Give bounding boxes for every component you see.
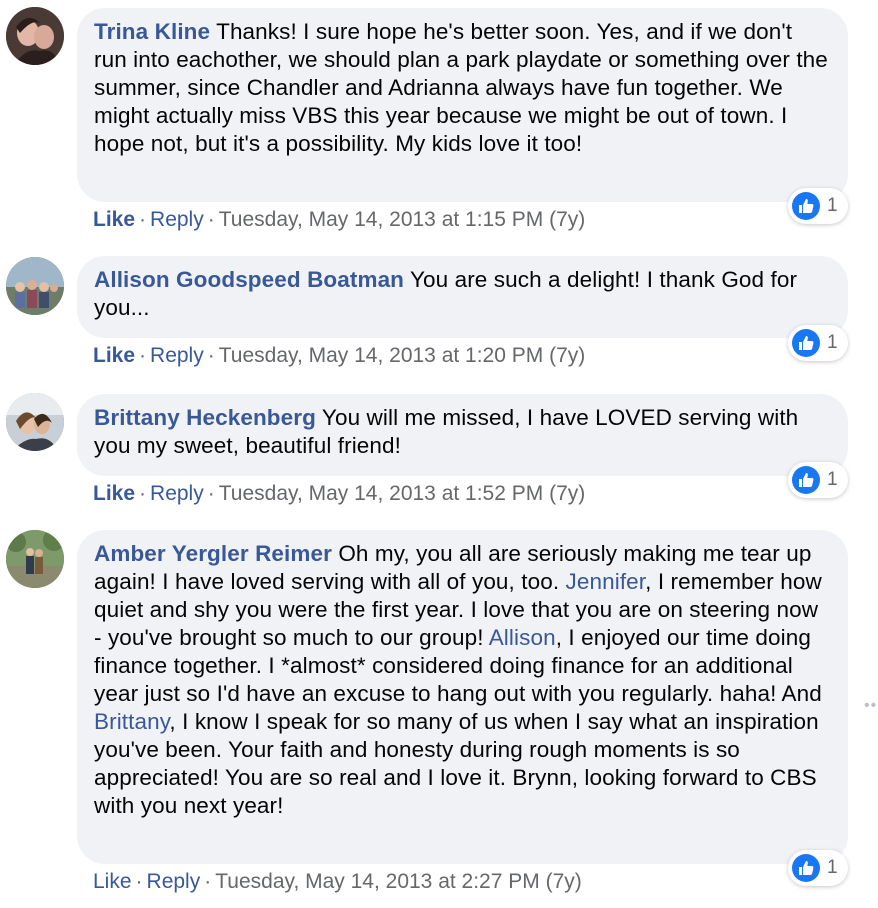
reaction-badge[interactable]: 1	[788, 325, 848, 361]
like-link[interactable]: Like	[93, 208, 135, 231]
reaction-count: 1	[827, 195, 838, 216]
avatar[interactable]	[6, 257, 64, 315]
comment-actions: Like · Reply · Tuesday, May 14, 2013 at 1:15…	[93, 208, 585, 232]
comment-bubble: Trina Kline Thanks! I sure hope he's bet…	[77, 8, 848, 202]
mention-brittany[interactable]: Brittany	[94, 709, 169, 734]
comment-author[interactable]: Trina Kline	[94, 19, 210, 44]
reply-link[interactable]: Reply	[150, 208, 204, 231]
avatar[interactable]	[6, 7, 64, 65]
reaction-badge[interactable]: 1	[788, 462, 848, 498]
comment-text-segment: , I know I speak for so many of us when …	[94, 709, 819, 818]
reaction-count: 1	[827, 332, 838, 353]
timestamp[interactable]: Tuesday, May 14, 2013 at 1:20 PM (7y)	[219, 344, 586, 367]
timestamp[interactable]: Tuesday, May 14, 2013 at 1:15 PM (7y)	[219, 208, 586, 231]
separator: ·	[139, 208, 147, 231]
like-link[interactable]: Like	[93, 344, 135, 367]
comment-bubble: Allison Goodspeed Boatman You are such a…	[77, 256, 848, 338]
comment-author[interactable]: Allison Goodspeed Boatman	[94, 267, 404, 292]
more-options-icon[interactable]: ••	[864, 697, 877, 715]
like-thumb-icon	[792, 192, 820, 220]
separator: ·	[207, 482, 215, 505]
comment-author[interactable]: Amber Yergler Reimer	[94, 541, 332, 566]
separator: ·	[207, 208, 215, 231]
comment-actions: Like · Reply · Tuesday, May 14, 2013 at 1:52…	[93, 482, 585, 506]
like-thumb-icon	[792, 854, 820, 882]
reaction-badge[interactable]: 1	[788, 188, 848, 224]
avatar[interactable]	[6, 530, 64, 588]
separator: ·	[139, 482, 147, 505]
like-link[interactable]: Like	[93, 482, 135, 505]
reaction-count: 1	[827, 857, 838, 878]
separator: ·	[135, 870, 143, 893]
reaction-badge[interactable]: 1	[788, 850, 848, 886]
avatar[interactable]	[6, 393, 64, 451]
comment-bubble: Brittany Heckenberg You will me missed, …	[77, 394, 848, 476]
mention-allison[interactable]: Allison	[489, 625, 556, 650]
reply-link[interactable]: Reply	[150, 482, 204, 505]
separator: ·	[204, 870, 212, 893]
like-link[interactable]: Like	[93, 870, 132, 893]
like-thumb-icon	[792, 466, 820, 494]
reaction-count: 1	[827, 469, 838, 490]
like-thumb-icon	[792, 329, 820, 357]
timestamp[interactable]: Tuesday, May 14, 2013 at 2:27 PM (7y)	[215, 870, 582, 893]
separator: ·	[207, 344, 215, 367]
separator: ·	[139, 344, 147, 367]
comment-actions: Like · Reply · Tuesday, May 14, 2013 at 1:20…	[93, 344, 585, 368]
reply-link[interactable]: Reply	[147, 870, 201, 893]
comment-author[interactable]: Brittany Heckenberg	[94, 405, 316, 430]
timestamp[interactable]: Tuesday, May 14, 2013 at 1:52 PM (7y)	[219, 482, 586, 505]
comment-actions: Like · Reply · Tuesday, May 14, 2013 at 2:27…	[93, 870, 582, 894]
mention-jennifer[interactable]: Jennifer	[566, 569, 646, 594]
reply-link[interactable]: Reply	[150, 344, 204, 367]
comment-bubble: Amber Yergler Reimer Oh my, you all are …	[77, 530, 848, 864]
